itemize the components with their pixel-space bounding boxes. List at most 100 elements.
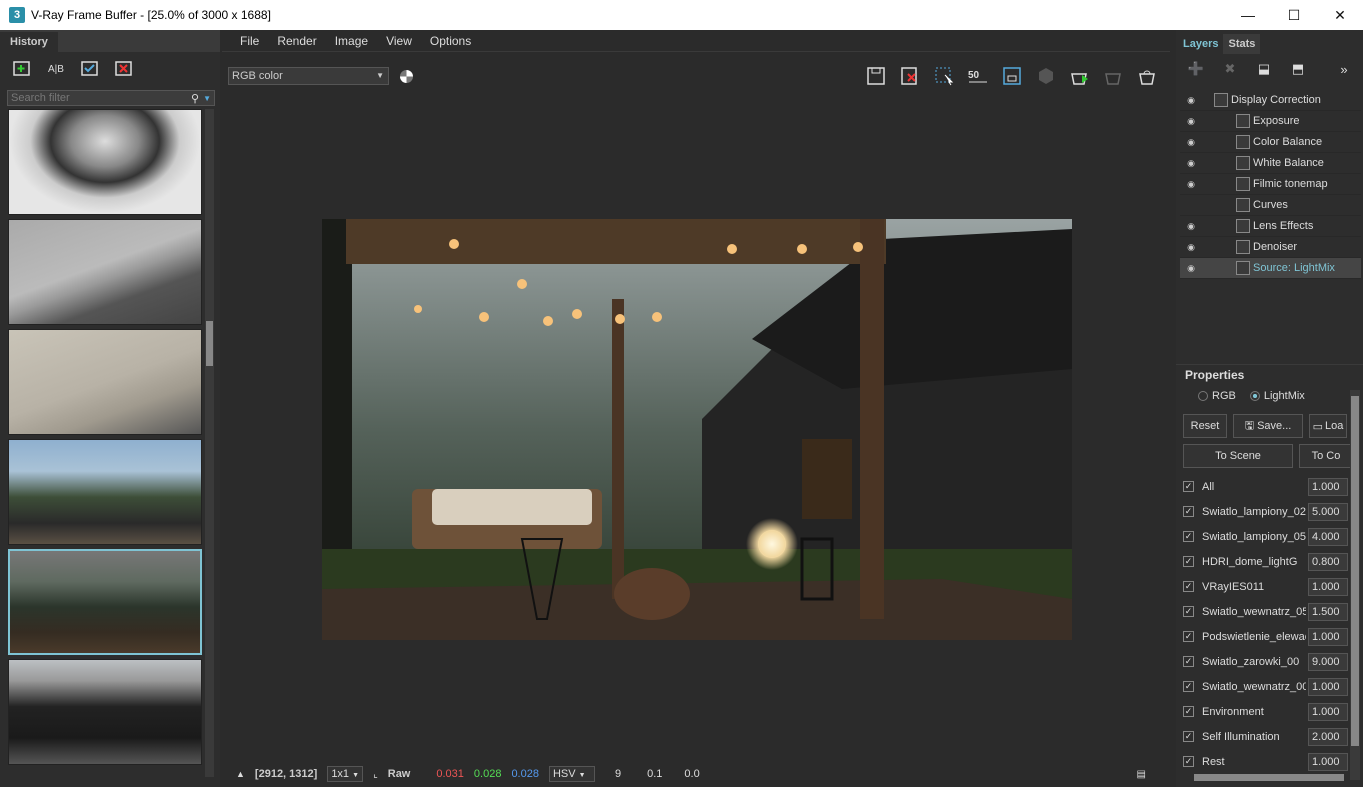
eye-icon[interactable]: ◉ — [1180, 116, 1202, 127]
reset-button[interactable]: Reset — [1183, 414, 1227, 438]
history-scrollbar[interactable] — [205, 109, 214, 777]
colorspace-select[interactable]: HSV ▼ — [548, 766, 595, 782]
light-multiplier-field[interactable]: 1.000 — [1308, 577, 1348, 596]
layer-label: Exposure — [1253, 115, 1300, 127]
layer-row[interactable]: ◉ Color Balance — [1180, 132, 1361, 153]
light-multiplier-field[interactable]: 1.000 — [1308, 752, 1348, 771]
tab-layers[interactable]: Layers — [1178, 34, 1223, 54]
light-multiplier-field[interactable]: 2.000 — [1308, 727, 1348, 746]
load-layers-icon[interactable]: ⬒ — [1286, 57, 1310, 81]
light-multiplier-field[interactable]: 9.000 — [1308, 652, 1348, 671]
console-icon[interactable]: ▤ — [1137, 769, 1146, 780]
layer-row[interactable]: ◉ Exposure — [1180, 111, 1361, 132]
radio-rgb[interactable]: RGB — [1198, 390, 1236, 402]
light-enabled-checkbox[interactable]: ✓ — [1183, 531, 1194, 542]
light-multiplier-field[interactable]: 0.800 — [1308, 552, 1348, 571]
delete-layer-icon[interactable]: ✖ — [1218, 57, 1242, 81]
light-enabled-checkbox[interactable]: ✓ — [1183, 581, 1194, 592]
light-multiplier-field[interactable]: 1.000 — [1308, 677, 1348, 696]
menu-image[interactable]: Image — [327, 34, 376, 48]
light-enabled-checkbox[interactable]: ✓ — [1183, 731, 1194, 742]
close-button[interactable]: ✕ — [1317, 0, 1363, 30]
pin-icon[interactable]: ▲ — [236, 769, 245, 779]
light-enabled-checkbox[interactable]: ✓ — [1183, 506, 1194, 517]
history-search-input[interactable]: Search filter ⚲ ▼ — [7, 90, 215, 106]
rendered-image[interactable] — [322, 219, 1072, 640]
sample-size-select[interactable]: 1x1 ▼ — [327, 766, 364, 782]
save-image-icon[interactable] — [864, 64, 888, 88]
eye-icon[interactable]: ◉ — [1180, 221, 1202, 232]
history-thumbnail[interactable] — [8, 219, 202, 325]
ab-compare-icon[interactable]: A|B — [44, 57, 68, 79]
light-enabled-checkbox[interactable]: ✓ — [1183, 681, 1194, 692]
load-button[interactable]: ▭ Loa — [1309, 414, 1347, 438]
remove-history-icon[interactable] — [112, 57, 136, 79]
channel-select[interactable]: RGB color ▼ — [228, 67, 389, 85]
light-enabled-checkbox[interactable]: ✓ — [1183, 556, 1194, 567]
save-button[interactable]: 🖫 Save... — [1233, 414, 1303, 438]
properties-hscrollbar[interactable] — [1194, 774, 1344, 781]
light-multiplier-field[interactable]: 1.000 — [1308, 702, 1348, 721]
light-multiplier-field[interactable]: 1.500 — [1308, 602, 1348, 621]
eye-icon[interactable]: ◉ — [1180, 137, 1202, 148]
layer-row[interactable]: ◉ White Balance — [1180, 153, 1361, 174]
light-enabled-checkbox[interactable]: ✓ — [1183, 656, 1194, 667]
layer-row[interactable]: ◉ Display Correction — [1180, 90, 1361, 111]
layer-row[interactable]: ◉ Filmic tonemap — [1180, 174, 1361, 195]
layer-row[interactable]: ◉ Source: LightMix — [1180, 258, 1361, 279]
menu-file[interactable]: File — [232, 34, 267, 48]
light-enabled-checkbox[interactable]: ✓ — [1183, 481, 1194, 492]
light-name: Swiatlo_lampiony_02 — [1202, 505, 1306, 518]
color-picker-icon[interactable] — [400, 70, 413, 83]
clear-image-icon[interactable] — [898, 64, 922, 88]
history-thumbnail[interactable] — [8, 659, 202, 765]
minimize-button[interactable]: — — [1225, 0, 1271, 30]
menu-render[interactable]: Render — [269, 34, 324, 48]
expand-panel-icon[interactable]: » — [1332, 57, 1356, 81]
light-enabled-checkbox[interactable]: ✓ — [1183, 606, 1194, 617]
track-mouse-icon[interactable]: 50 — [966, 64, 990, 88]
to-scene-button[interactable]: To Scene — [1183, 444, 1293, 468]
eye-icon[interactable]: ◉ — [1180, 95, 1202, 106]
eye-icon[interactable]: ◉ — [1180, 158, 1202, 169]
add-layer-icon[interactable]: ➕ — [1184, 57, 1208, 81]
light-multiplier-field[interactable]: 5.000 — [1308, 502, 1348, 521]
tab-history[interactable]: History — [0, 32, 58, 52]
light-multiplier-field[interactable]: 1.000 — [1308, 477, 1348, 496]
menu-options[interactable]: Options — [422, 34, 479, 48]
to-composite-button[interactable]: To Co — [1299, 444, 1353, 468]
render-teapot-icon[interactable] — [1136, 64, 1160, 88]
menu-bar: File Render Image View Options — [222, 30, 1170, 52]
save-to-history-icon[interactable] — [10, 57, 34, 79]
save-layers-icon[interactable]: ⬓ — [1252, 57, 1276, 81]
radio-lightmix[interactable]: LightMix — [1249, 390, 1305, 402]
color-mode-icon[interactable]: ⌞ — [373, 769, 378, 780]
light-multiplier-field[interactable]: 4.000 — [1308, 527, 1348, 546]
start-render-icon[interactable] — [1068, 64, 1092, 88]
stop-render-icon[interactable] — [1102, 64, 1126, 88]
tab-stats[interactable]: Stats — [1223, 34, 1261, 54]
history-thumbnail[interactable] — [8, 109, 202, 215]
history-thumbnail[interactable] — [8, 329, 202, 435]
history-thumbnail[interactable] — [8, 439, 202, 545]
history-thumbnail-selected[interactable] — [8, 549, 202, 655]
eye-icon[interactable]: ◉ — [1180, 242, 1202, 253]
layer-row[interactable]: ◉ Denoiser — [1180, 237, 1361, 258]
eye-icon[interactable]: ◉ — [1180, 179, 1202, 190]
ipr-icon[interactable] — [1034, 64, 1058, 88]
chevron-down-icon[interactable]: ▼ — [203, 94, 211, 103]
layer-row[interactable]: Curves — [1180, 195, 1361, 216]
light-multiplier-field[interactable]: 1.000 — [1308, 627, 1348, 646]
region-render-icon[interactable] — [932, 64, 956, 88]
raw-toggle[interactable]: Raw — [388, 768, 411, 780]
eye-icon[interactable]: ◉ — [1180, 263, 1202, 274]
load-history-icon[interactable] — [78, 57, 102, 79]
lens-effects-icon[interactable] — [1000, 64, 1024, 88]
light-enabled-checkbox[interactable]: ✓ — [1183, 706, 1194, 717]
light-enabled-checkbox[interactable]: ✓ — [1183, 631, 1194, 642]
light-enabled-checkbox[interactable]: ✓ — [1183, 756, 1194, 767]
layer-row[interactable]: ◉ Lens Effects — [1180, 216, 1361, 237]
menu-view[interactable]: View — [378, 34, 420, 48]
properties-scrollbar[interactable] — [1350, 390, 1360, 780]
maximize-button[interactable]: ☐ — [1271, 0, 1317, 30]
